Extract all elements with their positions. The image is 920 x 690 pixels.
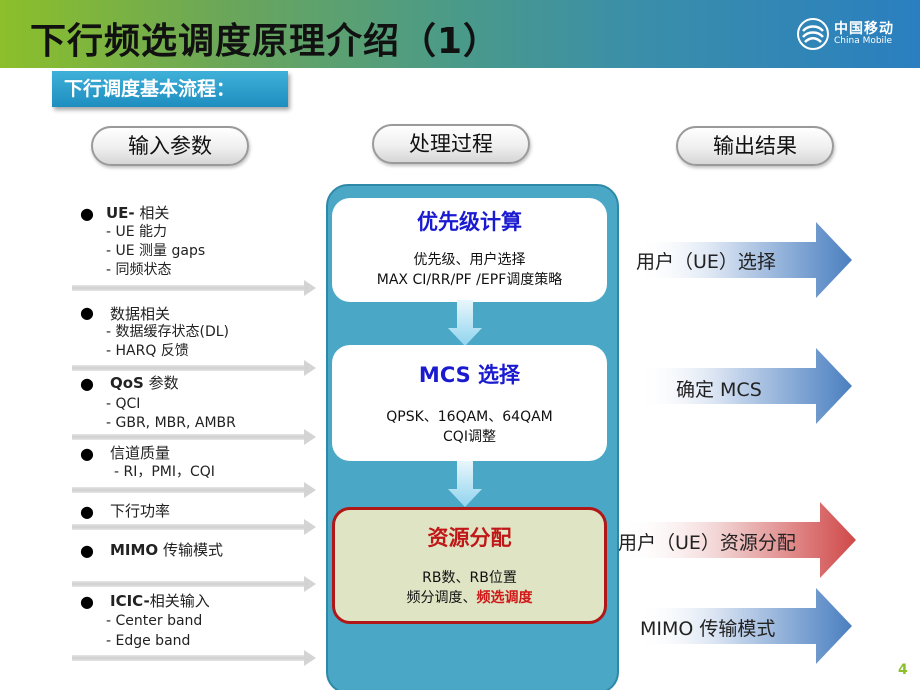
process-step-line: MAX CI/RR/PF /EPF调度策略	[376, 272, 563, 288]
input-sub: - RI，PMI，CQI	[114, 464, 215, 480]
process-step-title: MCS 选择	[418, 363, 521, 387]
output-arrow-ue-selection: 用户（UE）选择	[636, 222, 852, 298]
input-sub: - Center band	[106, 613, 203, 629]
process-header: 处理过程	[372, 124, 530, 164]
output-results-header: 输出结果	[676, 126, 834, 166]
process-step-resource-allocation: 资源分配 RB数、RB位置 频分调度、频选调度	[332, 507, 607, 624]
separator-arrow	[72, 429, 316, 445]
process-step-line: RB数、RB位置	[422, 570, 517, 586]
process-step-line: 优先级、用户选择	[413, 252, 526, 268]
slide-title: 下行频选调度原理介绍（1）	[30, 21, 501, 62]
input-sub: - Edge band	[106, 633, 191, 649]
separator-arrow	[72, 650, 316, 666]
process-step-line: 频分调度、频选调度	[335, 588, 604, 608]
process-step-priority: 优先级计算 优先级、用户选择 MAX CI/RR/PF /EPF调度策略	[332, 198, 607, 302]
bullet-icon: ●	[80, 374, 94, 393]
input-sub: - 数据缓存状态(DL)	[106, 324, 230, 340]
separator-arrow	[72, 519, 316, 535]
input-item-bold: QoS	[110, 374, 144, 392]
process-step-line: CQI调整	[443, 429, 496, 445]
bullet-icon: ●	[80, 592, 94, 611]
bullet-icon: ●	[80, 541, 94, 560]
output-arrow-resource-allocation: 用户（UE）资源分配	[618, 502, 856, 578]
down-arrow-icon	[448, 300, 482, 346]
china-mobile-logo-icon	[797, 18, 829, 50]
process-step-highlight: 频选调度	[476, 590, 533, 606]
output-label: 用户（UE）选择	[636, 251, 776, 273]
separator-arrow	[72, 482, 316, 498]
input-item-label: 相关	[134, 204, 170, 222]
separator-arrow	[72, 280, 316, 296]
output-label: 确定 MCS	[676, 379, 762, 401]
process-step-title: 优先级计算	[417, 210, 522, 234]
input-item-label: 数据相关	[110, 305, 171, 323]
page-number: 4	[898, 662, 908, 678]
input-sub: - UE 能力	[106, 224, 168, 240]
down-arrow-icon	[448, 461, 482, 507]
input-sub: - 同频状态	[106, 262, 172, 278]
input-item-bold: MIMO	[110, 541, 159, 559]
output-label: MIMO 传输模式	[640, 618, 776, 640]
title-banner: 下行频选调度原理介绍（1） 中国移动 China Mobile	[0, 0, 920, 68]
input-item-label: 传输模式	[158, 541, 223, 559]
input-sub: - HARQ 反馈	[106, 343, 189, 359]
process-step-text: 频分调度、	[406, 590, 477, 606]
input-sub: - GBR, MBR, AMBR	[106, 415, 236, 431]
output-label: 用户（UE）资源分配	[618, 532, 796, 554]
input-item-label: 信道质量	[110, 444, 171, 462]
process-step-mcs: MCS 选择 QPSK、16QAM、64QAM CQI调整	[332, 345, 607, 461]
input-sub: - UE 测量 gaps	[106, 243, 206, 259]
bullet-icon: ●	[80, 444, 94, 463]
process-step-line: QPSK、16QAM、64QAM	[386, 409, 553, 425]
input-sub: - QCI	[106, 396, 141, 412]
input-item-bold: ICIC-	[110, 592, 150, 610]
input-item-label: 下行功率	[110, 502, 171, 520]
separator-arrow	[72, 576, 316, 592]
section-subtitle: 下行调度基本流程：	[52, 71, 288, 107]
process-step-title: 资源分配	[427, 526, 512, 550]
input-item-label: 相关输入	[149, 592, 210, 610]
input-params-header: 输入参数	[91, 126, 249, 166]
separator-arrow	[72, 360, 316, 376]
input-item-label: 参数	[143, 374, 179, 392]
bullet-icon: ●	[80, 204, 94, 223]
bullet-icon: ●	[80, 303, 94, 322]
output-arrow-mimo: MIMO 传输模式	[636, 588, 852, 664]
input-item-bold: UE-	[106, 204, 135, 222]
logo-chinese-text: 中国移动	[834, 20, 894, 37]
brand-logo: 中国移动 China Mobile	[796, 14, 908, 54]
bullet-icon: ●	[80, 502, 94, 521]
logo-english-text: China Mobile	[834, 35, 893, 46]
output-arrow-mcs: 确定 MCS	[636, 348, 852, 424]
